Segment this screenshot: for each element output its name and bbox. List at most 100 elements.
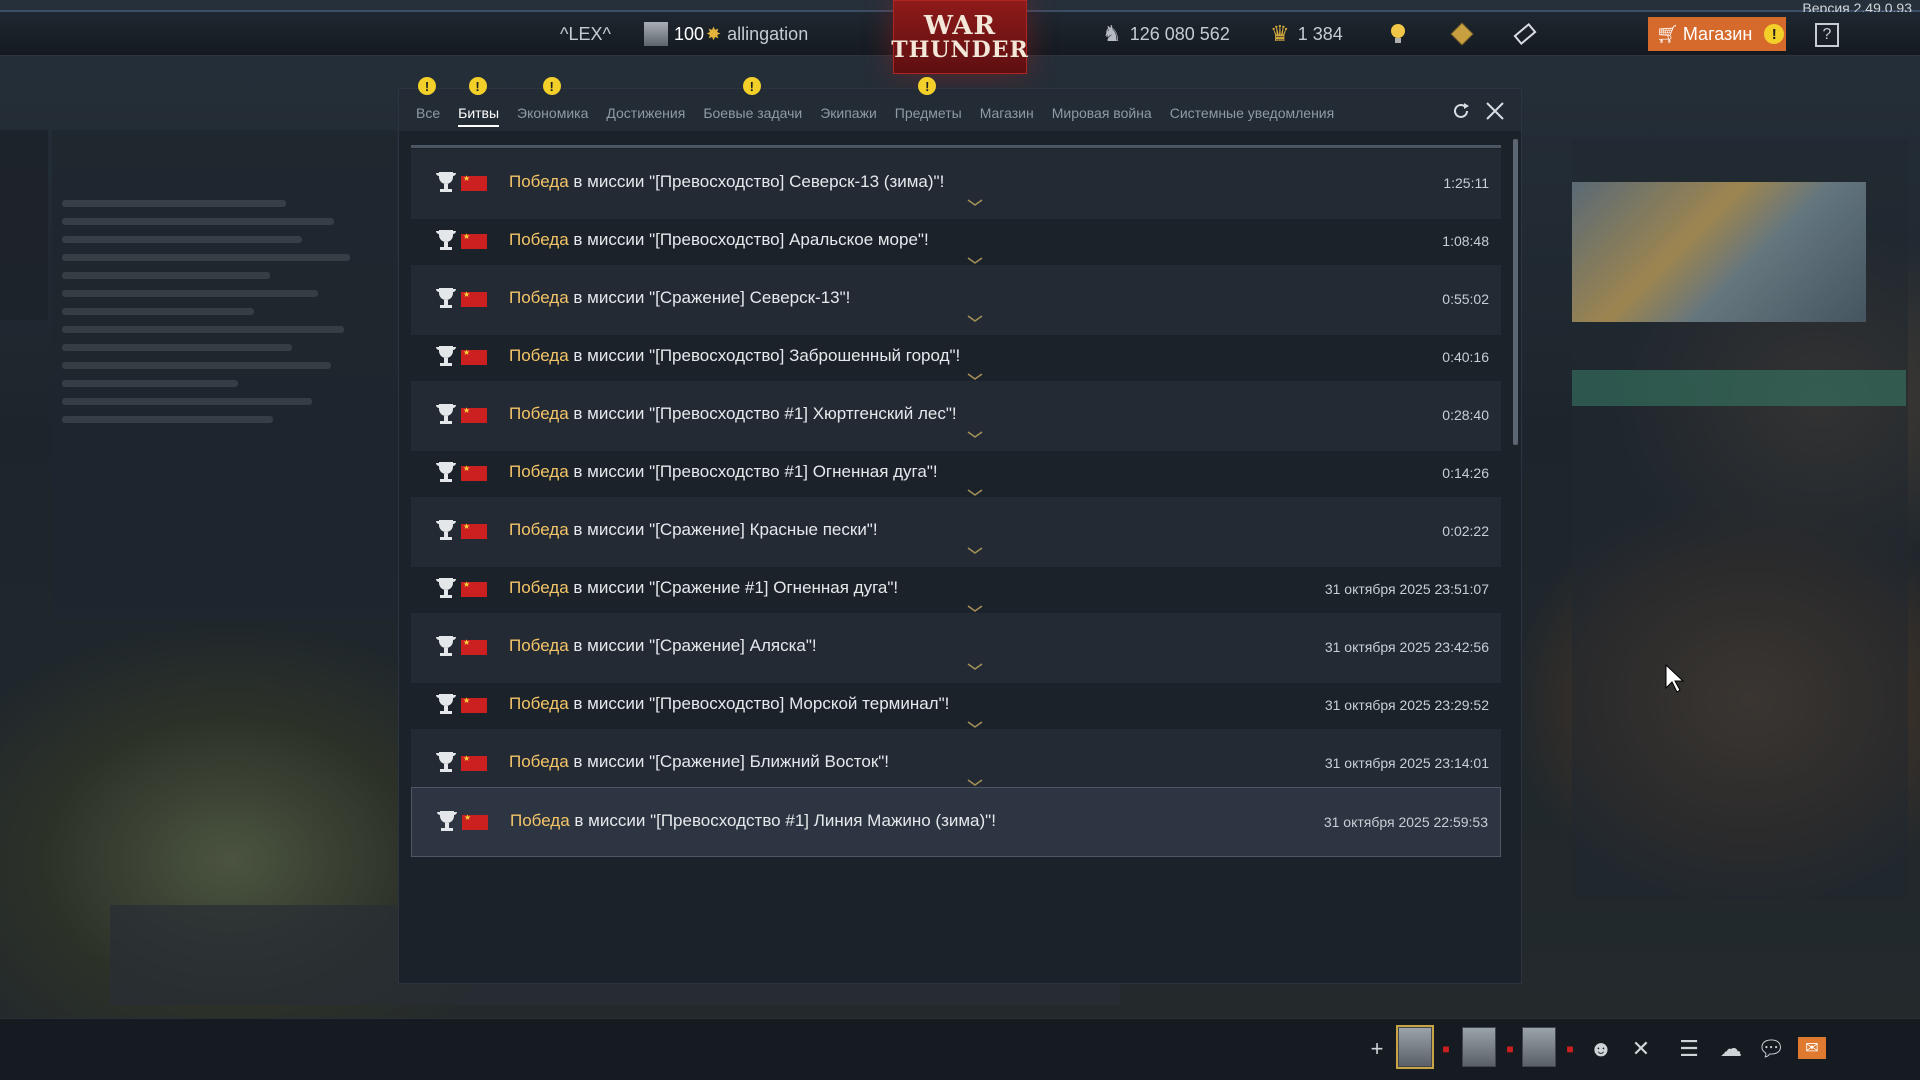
notification-time: 1:08:48 [1442, 233, 1489, 249]
trophy-icon [433, 343, 459, 369]
bottom-bar: + ■ ■ ■ ☻ ✕ ☰ ☁ 💬︎ ✉ [0, 1018, 1920, 1080]
notification-message: Победа в миссии "[Сражение] Северск-13"! [509, 288, 850, 308]
notification-tabs: Все! Битвы! Экономика! Достижения Боевые зад… [399, 77, 1521, 131]
notification-message: Победа в миссии "[Превосходство] Аральск… [509, 230, 929, 250]
trophy-icon [434, 808, 460, 834]
notification-time: 0:55:02 [1442, 291, 1489, 307]
chevron-down-icon[interactable] [965, 253, 985, 264]
profile-block[interactable]: 100 ✸ allingation [644, 12, 808, 56]
plus-icon[interactable]: + [1364, 1031, 1390, 1067]
mission-text: в миссии "[Сражение] Аляска"! [568, 636, 817, 655]
victory-label: Победа [509, 172, 569, 191]
tab-8[interactable]: Мировая война [1043, 105, 1161, 131]
refresh-button[interactable] [1447, 97, 1475, 125]
premium-diamond-icon[interactable] [1450, 12, 1474, 56]
help-button[interactable]: ? [1815, 23, 1839, 47]
trophy-icon [433, 633, 459, 659]
tab-warning-icon: ! [468, 77, 487, 95]
list-icon[interactable]: ☰ [1676, 1031, 1702, 1067]
coupon-icon[interactable] [1512, 12, 1538, 56]
notification-message: Победа в миссии "[Превосходство] Заброше… [509, 346, 960, 366]
tab-6[interactable]: Предметы! [886, 77, 971, 131]
tab-label: Предметы [894, 105, 962, 121]
vehicle-sidebar-blurred [0, 130, 48, 320]
ussr-flag-icon [461, 754, 487, 771]
cart-icon: 🛒︎ [1656, 23, 1679, 44]
tab-warning-icon: ! [542, 77, 561, 95]
mission-text: в миссии "[Превосходство] Морской термин… [568, 694, 950, 713]
tab-4[interactable]: Боевые задачи! [694, 77, 811, 131]
tab-label: Экономика [517, 105, 589, 121]
tab-label: Экипажи [820, 105, 877, 121]
squad-icon[interactable]: ☻ [1586, 1031, 1616, 1067]
chevron-down-icon[interactable] [965, 195, 985, 206]
chevron-down-icon[interactable] [965, 369, 985, 380]
victory-label: Победа [509, 520, 569, 539]
ussr-flag-icon [461, 406, 487, 423]
tab-1[interactable]: Битвы! [449, 77, 508, 131]
close-squad-icon[interactable]: ✕ [1628, 1031, 1654, 1067]
mail-icon[interactable]: ✉ [1798, 1037, 1826, 1059]
close-button[interactable] [1481, 97, 1509, 125]
ussr-flag-icon [461, 638, 487, 655]
username-label[interactable]: ^LEX^ [560, 12, 611, 56]
events-banner-blurred [1572, 370, 1906, 406]
chevron-down-icon[interactable] [965, 659, 985, 670]
tab-3[interactable]: Достижения [597, 105, 694, 131]
tab-9[interactable]: Системные уведомления [1161, 105, 1344, 131]
ussr-flag-icon [461, 522, 487, 539]
list-scrollbar[interactable] [1513, 139, 1518, 445]
mouse-cursor-icon [1665, 664, 1685, 693]
notification-row[interactable]: Победа в миссии "[Превосходство #1] Лини… [411, 787, 1501, 857]
member-flag-icon: ■ [1506, 1042, 1514, 1056]
tab-2[interactable]: Экономика! [508, 77, 597, 131]
chevron-down-icon[interactable] [965, 601, 985, 612]
mission-text: в миссии "[Превосходство] Аральское море… [568, 230, 929, 249]
shop-button[interactable]: 🛒︎ Магазин ! [1648, 17, 1786, 51]
trophy-icon [433, 749, 459, 775]
victory-label: Победа [509, 752, 569, 771]
golden-eagles-counter[interactable]: ♛ 1 384 [1270, 12, 1343, 56]
mission-text: в миссии "[Превосходство] Северск-13 (зи… [568, 172, 945, 191]
squad-member-avatar[interactable] [1396, 1025, 1434, 1069]
chevron-down-icon[interactable] [965, 543, 985, 554]
trophy-icon [433, 691, 459, 717]
mission-text: в миссии "[Сражение] Красные пески"! [568, 520, 878, 539]
notification-message: Победа в миссии "[Превосходство] Морской… [509, 694, 949, 714]
notification-time: 0:40:16 [1442, 349, 1489, 365]
friends-icon[interactable]: ☁ [1716, 1031, 1746, 1067]
chevron-down-icon[interactable] [965, 485, 985, 496]
chevron-down-icon[interactable] [965, 311, 985, 322]
chevron-down-icon[interactable] [965, 427, 985, 438]
ussr-flag-icon [461, 174, 487, 191]
victory-label: Победа [509, 288, 569, 307]
squad-member-avatar[interactable] [1462, 1027, 1496, 1067]
trophy-icon [433, 459, 459, 485]
mission-text: в миссии "[Сражение #1] Огненная дуга"! [568, 578, 899, 597]
notification-list[interactable]: Победа в миссии "[Превосходство] Северск… [411, 145, 1503, 981]
ussr-flag-icon [461, 464, 487, 481]
notification-message: Победа в миссии "[Превосходство #1] Лини… [510, 811, 996, 831]
notification-time: 31 октября 2025 23:14:01 [1324, 755, 1489, 771]
level-label: 100 [674, 23, 705, 44]
tab-7[interactable]: Магазин [971, 105, 1043, 131]
tab-warning-icon: ! [418, 77, 437, 95]
tab-0[interactable]: Все! [407, 77, 449, 131]
victory-label: Победа [510, 811, 570, 830]
notification-time: 31 октября 2025 23:51:07 [1324, 581, 1489, 597]
mission-text: в миссии "[Превосходство #1] Линия Мажин… [569, 811, 996, 830]
ussr-flag-icon [461, 696, 487, 713]
victory-label: Победа [509, 462, 569, 481]
events-image-blurred [1572, 182, 1866, 322]
squad-member-avatar[interactable] [1522, 1027, 1556, 1067]
notification-time: 31 октября 2025 23:29:52 [1324, 697, 1489, 713]
chevron-down-icon[interactable] [965, 775, 985, 786]
chat-icon[interactable]: 💬︎ [1756, 1031, 1786, 1067]
member-flag-icon: ■ [1442, 1042, 1450, 1056]
hint-lightbulb-icon[interactable] [1388, 12, 1408, 56]
tab-5[interactable]: Экипажи [811, 105, 886, 131]
trophy-icon [433, 517, 459, 543]
silver-lions-counter[interactable]: ♞ 126 080 562 [1102, 12, 1230, 56]
tab-label: Системные уведомления [1169, 105, 1335, 121]
chevron-down-icon[interactable] [965, 717, 985, 728]
